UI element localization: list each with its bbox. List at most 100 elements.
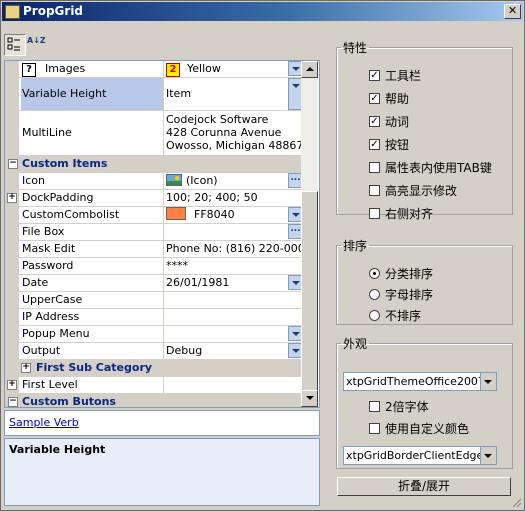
prop-row-ipaddress[interactable]: IP Address: [5, 309, 301, 326]
resize-grip-icon[interactable]: [510, 496, 522, 508]
prop-value[interactable]: [164, 377, 303, 393]
prop-row-popupmenu[interactable]: Popup Menu: [5, 326, 303, 343]
prop-row-multiline[interactable]: MultiLine Codejock Software 428 Corunna …: [5, 111, 303, 157]
prop-row-dockpadding[interactable]: + DockPadding 100; 20; 400; 50: [5, 190, 301, 207]
prop-name: File Box: [21, 224, 164, 240]
scroll-up-button[interactable]: [301, 61, 318, 78]
prop-value[interactable]: ****: [164, 258, 303, 274]
expand-icon[interactable]: +: [21, 363, 31, 373]
color-swatch: [166, 207, 186, 220]
app-icon: [5, 5, 20, 19]
help-title: Variable Height: [9, 443, 106, 456]
prop-row-icon[interactable]: Icon (Icon) ...: [5, 173, 303, 190]
checkbox-tab-key-box[interactable]: [369, 162, 380, 173]
prop-name: Icon: [21, 173, 164, 189]
category-custom-buttons[interactable]: − Custom Butons: [5, 394, 301, 407]
verbs-panel: Sample Verb: [4, 410, 320, 436]
features-group: 特性 ✓ 工具栏 ✓ 帮助 ✓ 动词 ✓ 按钮 属性表内使用TAB键 高亮显示修改 右侧…: [336, 39, 513, 221]
prop-name: DockPadding: [21, 190, 164, 206]
checkbox-buttons-box[interactable]: ✓: [369, 139, 380, 150]
prop-row-customcombolist[interactable]: CustomCombolist FF8040: [5, 207, 303, 224]
prop-name: IP Address: [21, 309, 164, 325]
prop-value[interactable]: ...: [164, 224, 303, 240]
prop-name: ? Images: [21, 61, 164, 77]
prop-name: Mask Edit: [21, 241, 164, 257]
alphabetic-sort-icon: A↓Z: [27, 36, 46, 45]
prop-name: CustomCombolist: [21, 207, 164, 223]
grid-scrollbar[interactable]: [301, 61, 318, 407]
prop-row-date[interactable]: Date 26/01/1981: [5, 275, 303, 292]
prop-value[interactable]: Debug: [164, 343, 303, 359]
categorized-button[interactable]: [4, 34, 26, 56]
expand-icon[interactable]: +: [7, 380, 17, 390]
prop-value[interactable]: Codejock Software 428 Corunna Avenue Owo…: [164, 111, 303, 157]
features-legend: 特性: [343, 41, 368, 55]
checkbox-verbs-box[interactable]: ✓: [369, 116, 380, 127]
prop-row-password[interactable]: Password ****: [5, 258, 301, 275]
category-first-sub-category[interactable]: + First Sub Category: [5, 360, 301, 377]
prop-value[interactable]: [164, 326, 303, 342]
prop-name: Output: [21, 343, 164, 359]
category-custom-items[interactable]: − Custom Items: [5, 156, 301, 173]
alphabetic-button[interactable]: A↓Z: [26, 34, 46, 54]
prop-value[interactable]: [164, 292, 303, 308]
prop-name: MultiLine: [21, 111, 164, 155]
prop-row-maskedit[interactable]: Mask Edit Phone No: (816) 220-0000: [5, 241, 303, 258]
prop-value[interactable]: FF8040: [164, 207, 303, 223]
checkbox-toolbar-box[interactable]: ✓: [369, 70, 380, 81]
prop-value[interactable]: (Icon) ...: [164, 173, 303, 189]
prop-value[interactable]: 100; 20; 400; 50: [164, 190, 303, 206]
title-bar[interactable]: PropGrid ✕: [2, 2, 523, 21]
border-combo[interactable]: xtpGridBorderClientEdge: [343, 446, 497, 465]
prop-value[interactable]: Item: [164, 78, 303, 110]
prop-name: Date: [21, 275, 164, 291]
prop-name: Popup Menu: [21, 326, 164, 342]
appearance-legend: 外观: [343, 337, 368, 351]
number-badge-icon: 2: [166, 63, 180, 77]
collapse-icon[interactable]: −: [8, 159, 18, 169]
chevron-down-icon[interactable]: [480, 373, 496, 390]
window-title: PropGrid: [23, 4, 84, 18]
prop-value[interactable]: 26/01/1981: [164, 275, 303, 291]
property-grid[interactable]: ? Images 2 Yellow Variable Height Item Mul…: [4, 60, 320, 408]
sample-verb-link[interactable]: Sample Verb: [9, 416, 79, 429]
prop-row-filebox[interactable]: File Box ...: [5, 224, 303, 241]
prop-value[interactable]: [164, 309, 303, 325]
sort-legend: 排序: [343, 239, 368, 253]
prop-value[interactable]: 2 Yellow: [164, 61, 303, 77]
checkbox-highlight-changes-box[interactable]: [369, 185, 380, 196]
scroll-down-button[interactable]: [301, 390, 318, 407]
collapse-icon[interactable]: −: [8, 397, 18, 407]
radio-categorized-dot[interactable]: [369, 268, 380, 279]
appearance-group: 外观 xtpGridThemeOffice2007 2倍字体 使用自定义颜色 x…: [336, 335, 513, 469]
checkbox-right-align-box[interactable]: [369, 208, 380, 219]
checkbox-custom-colors-box[interactable]: [369, 423, 380, 434]
main-window: PropGrid ✕ A↓Z ? Images 2 Yellow Variabl…: [0, 0, 525, 511]
theme-combo[interactable]: xtpGridThemeOffice2007: [343, 372, 497, 391]
collapse-expand-button[interactable]: 折叠/展开: [337, 477, 511, 496]
close-button[interactable]: ✕: [504, 4, 521, 19]
checkbox-double-font-box[interactable]: [369, 401, 380, 412]
prop-row-uppercase[interactable]: UpperCase: [5, 292, 301, 309]
checkbox-help-box[interactable]: ✓: [369, 93, 380, 104]
chevron-down-icon[interactable]: [480, 447, 496, 464]
question-icon: ?: [22, 63, 36, 77]
prop-row-variable-height[interactable]: Variable Height Item: [5, 78, 303, 111]
prop-name: Variable Height: [21, 78, 164, 110]
grid-toolbar: A↓Z: [4, 34, 46, 56]
scroll-thumb[interactable]: [301, 191, 318, 391]
prop-name: UpperCase: [21, 292, 164, 308]
prop-row-first-level[interactable]: + First Level: [5, 377, 301, 394]
categorized-icon: [7, 37, 20, 51]
sort-group: 排序 分类排序 字母排序 不排序: [336, 237, 513, 325]
prop-row-output[interactable]: Output Debug: [5, 343, 303, 360]
help-panel: Variable Height: [4, 438, 320, 506]
radio-no-sort-dot[interactable]: [369, 310, 380, 321]
prop-row-images[interactable]: ? Images 2 Yellow: [5, 61, 303, 78]
radio-alphabetical-dot[interactable]: [369, 289, 380, 300]
prop-name: Password: [21, 258, 164, 274]
prop-name: First Level: [21, 377, 164, 393]
prop-value[interactable]: Phone No: (816) 220-0000: [164, 241, 303, 257]
expand-icon[interactable]: +: [7, 193, 17, 203]
image-preview-icon: [165, 173, 183, 187]
